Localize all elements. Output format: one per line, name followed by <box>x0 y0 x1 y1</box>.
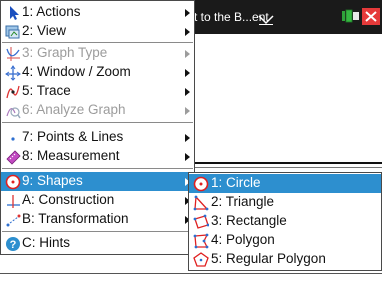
menu-item-label: 9: Shapes <box>22 173 83 188</box>
cursor-icon <box>10 6 19 20</box>
menu-separator <box>2 231 193 232</box>
submenu-arrow-icon <box>185 107 190 115</box>
menu-item-actions[interactable]: 1: Actions <box>1 3 194 22</box>
triangle-icon <box>193 195 209 211</box>
submenu-item-label: 3: Rectangle <box>211 213 287 228</box>
trace-icon <box>6 85 20 99</box>
shapes-icon <box>5 174 21 190</box>
view-icon <box>5 25 20 39</box>
submenu-arrow-icon <box>185 153 190 161</box>
menu-item-label: A: Construction <box>22 192 115 207</box>
menu-item-label: 4: Window / Zoom <box>22 64 131 79</box>
submenu-item-circle[interactable]: 1: Circle <box>189 174 381 193</box>
menu-item-label: 5: Trace <box>22 83 71 98</box>
svg-text:?: ? <box>10 239 17 251</box>
menu-item-label: C: Hints <box>22 235 71 250</box>
window-zoom-icon <box>5 65 21 81</box>
submenu-arrow-icon <box>185 50 190 58</box>
submenu-item-label: 1: Circle <box>211 175 261 190</box>
submenu-item-label: 2: Triangle <box>211 194 275 209</box>
transformation-icon <box>6 214 21 227</box>
menu-item-graph-type: 3: Graph Type <box>1 44 194 63</box>
submenu-item-rectangle[interactable]: 3: Rectangle <box>189 212 381 231</box>
menu-separator <box>2 168 193 169</box>
menu-item-construction[interactable]: A: Construction <box>1 191 194 210</box>
menu-item-label: 1: Actions <box>22 4 81 19</box>
menu-item-analyze-graph: 6: Analyze Graph <box>1 101 194 120</box>
submenu-arrow-icon <box>185 28 190 36</box>
menu-separator <box>2 122 193 123</box>
menu-item-transformation[interactable]: B: Transformation <box>1 210 194 229</box>
menu-item-label: 8: Measurement <box>22 148 120 163</box>
submenu-item-label: 5: Regular Polygon <box>211 251 326 266</box>
submenu-arrow-icon <box>185 9 190 17</box>
analyze-graph-icon <box>6 107 21 119</box>
close-icon[interactable] <box>362 8 380 25</box>
menu-item-label: 3: Graph Type <box>22 45 108 60</box>
hints-icon: ? <box>6 237 20 251</box>
menu-item-hints[interactable]: ? C: Hints <box>1 234 194 253</box>
entry-line[interactable] <box>0 273 382 289</box>
battery-icon <box>342 9 359 23</box>
submenu-item-polygon[interactable]: 4: Polygon <box>189 231 381 250</box>
graph-line-divider <box>188 162 382 164</box>
submenu-arrow-icon <box>185 134 190 142</box>
submenu-item-label: 4: Polygon <box>211 232 275 247</box>
graph-type-icon <box>6 47 20 61</box>
rectangle-icon <box>193 214 209 229</box>
tab-dropdown-icon[interactable] <box>258 15 274 25</box>
circle-icon <box>193 176 209 192</box>
menu-item-measurement[interactable]: 8: Measurement <box>1 147 194 166</box>
graphs-geometry-screen: t to the B...ent 1: Actions 2: View 3: G… <box>0 0 382 288</box>
regular-polygon-icon <box>193 252 209 267</box>
menu-item-points-lines[interactable]: 7: Points & Lines <box>1 128 194 147</box>
menu-separator <box>2 42 193 43</box>
menu-item-window-zoom[interactable]: 4: Window / Zoom <box>1 63 194 82</box>
menu-item-label: 6: Analyze Graph <box>22 102 126 117</box>
submenu-arrow-icon <box>185 69 190 77</box>
tools-menu: 1: Actions 2: View 3: Graph Type 4: Wind… <box>0 0 195 255</box>
submenu-arrow-icon <box>185 88 190 96</box>
menu-item-label: 7: Points & Lines <box>22 129 124 144</box>
submenu-item-triangle[interactable]: 2: Triangle <box>189 193 381 212</box>
graph-line-divider-thin <box>188 167 382 168</box>
menu-item-view[interactable]: 2: View <box>1 22 194 41</box>
shapes-submenu: 1: Circle 2: Triangle 3: Rectangle 4: Po… <box>188 172 382 271</box>
points-lines-icon <box>11 137 15 141</box>
menu-item-trace[interactable]: 5: Trace <box>1 82 194 101</box>
measurement-icon <box>6 150 21 165</box>
construction-icon <box>7 195 20 208</box>
polygon-icon <box>193 233 209 249</box>
menu-item-label: B: Transformation <box>22 211 129 226</box>
menu-item-shapes[interactable]: 9: Shapes <box>1 172 194 191</box>
menu-item-label: 2: View <box>22 23 67 38</box>
submenu-item-regular-polygon[interactable]: 5: Regular Polygon <box>189 250 381 269</box>
